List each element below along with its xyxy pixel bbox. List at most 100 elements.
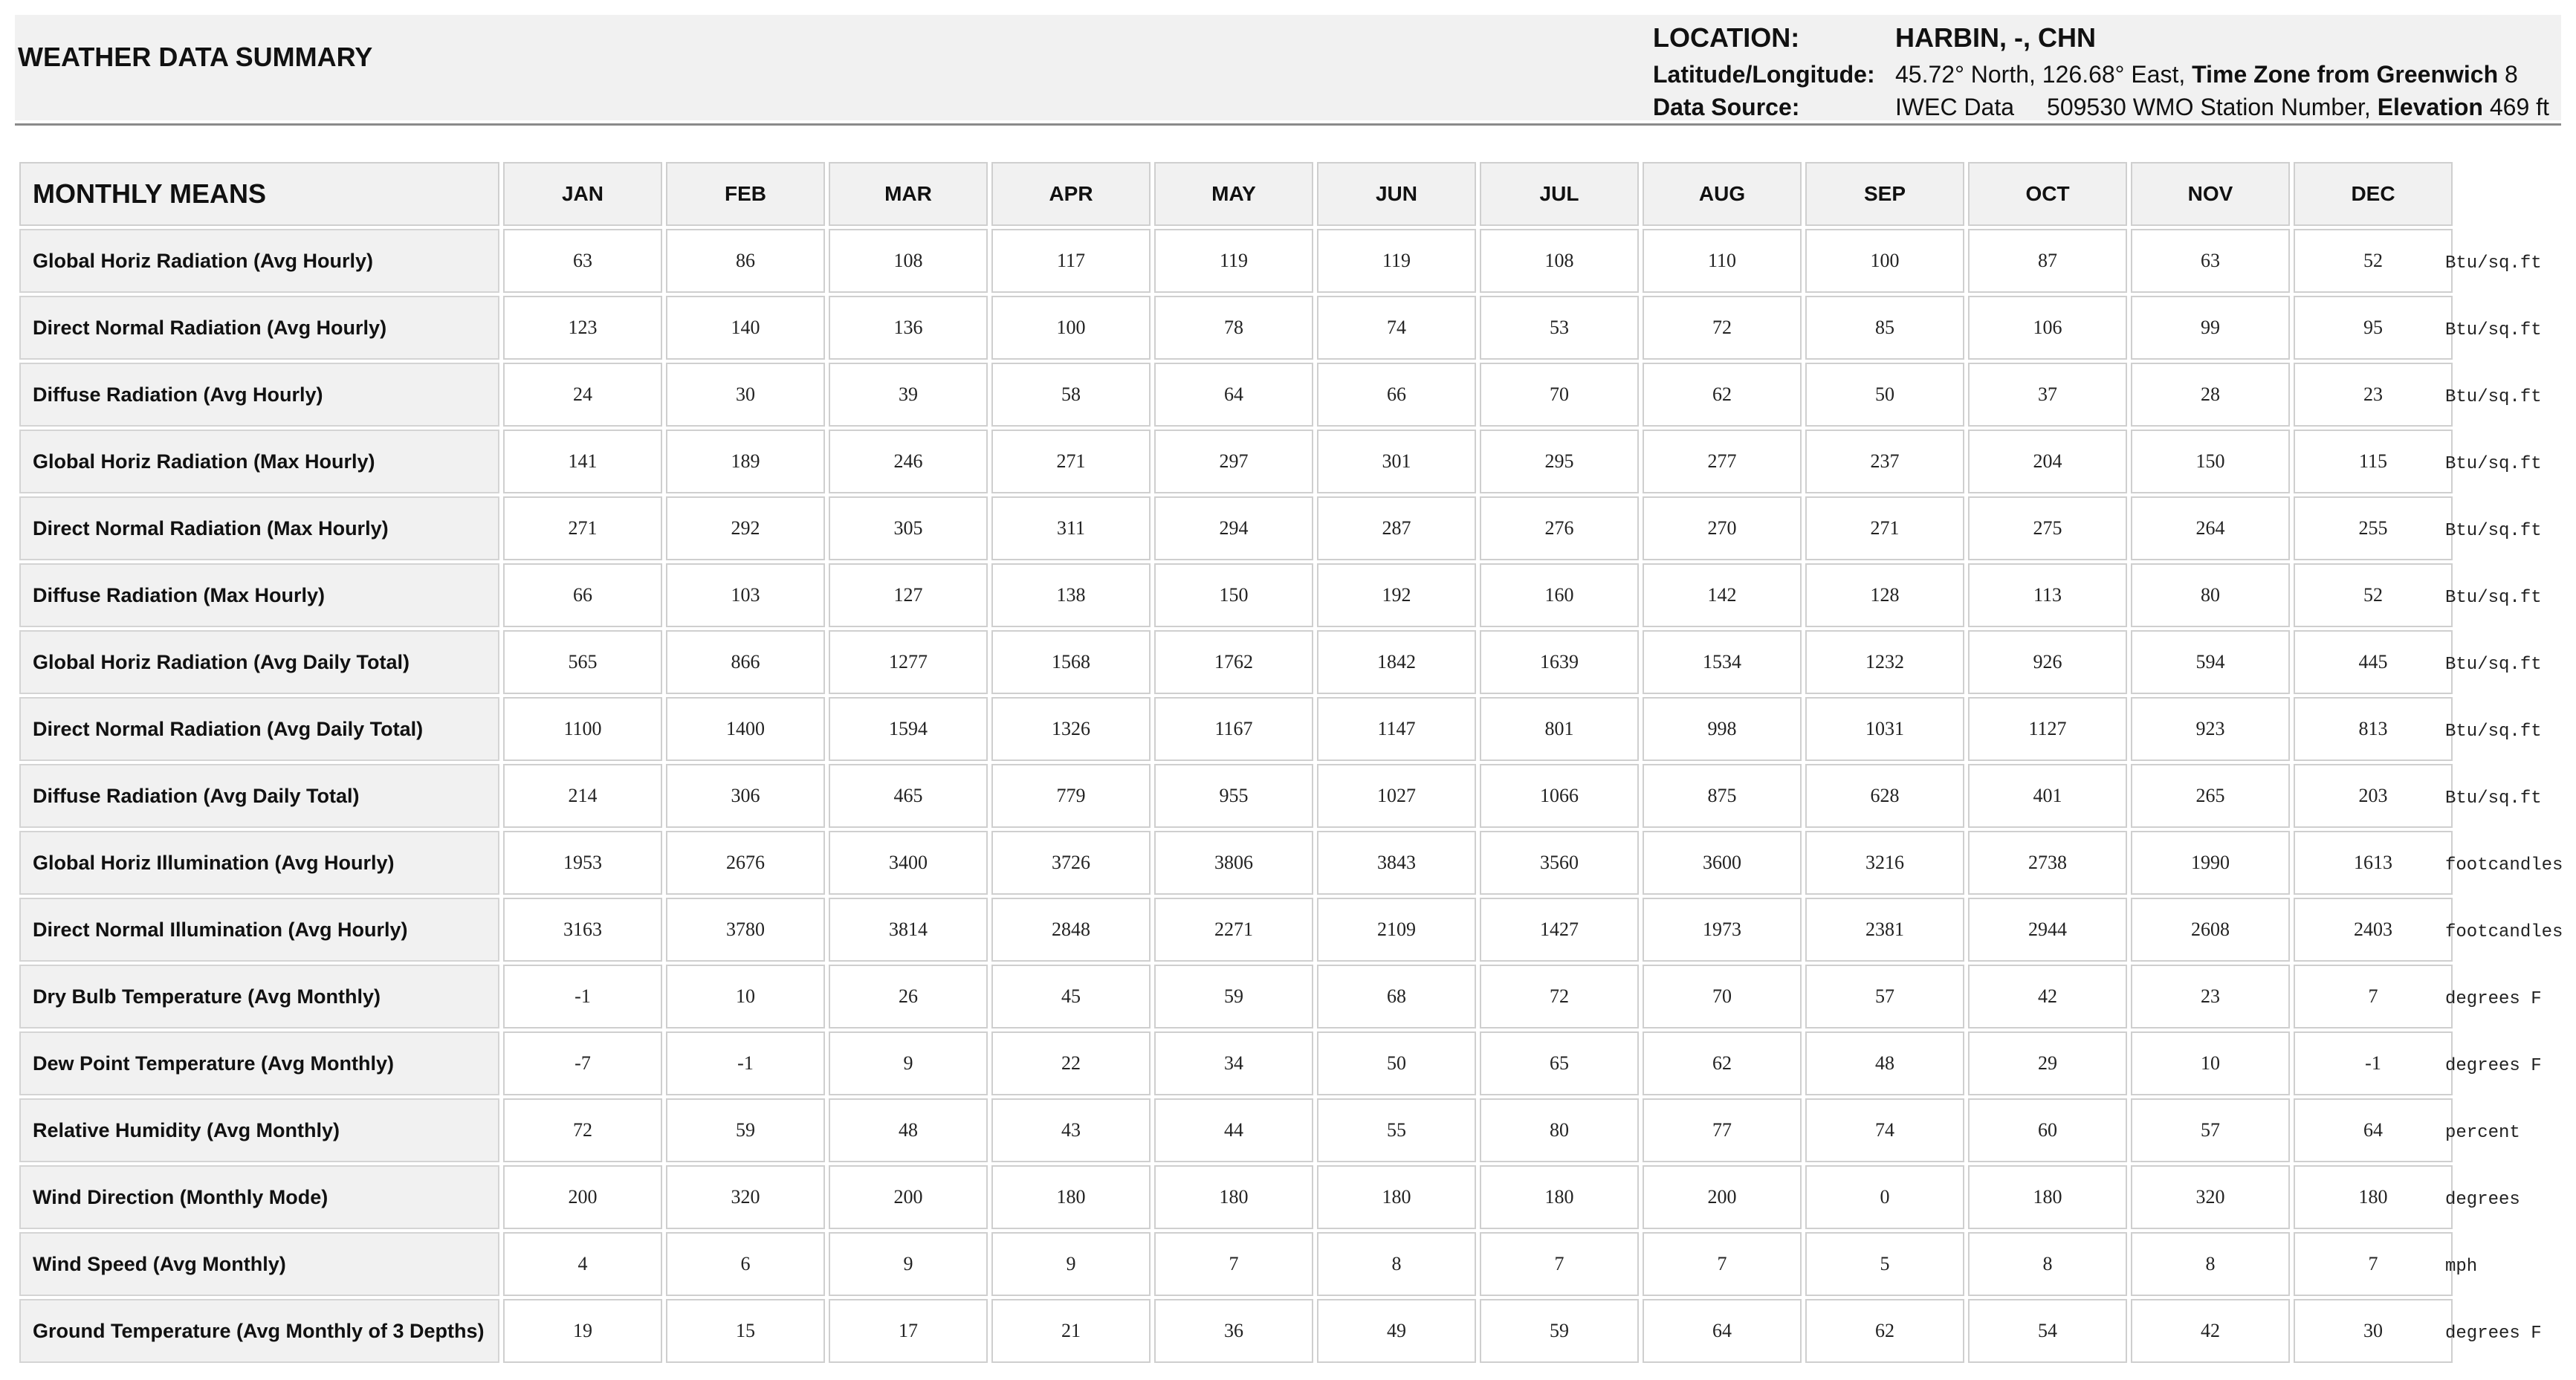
row-unit: Btu/sq.ft	[2445, 788, 2542, 809]
table-cell: 108	[829, 229, 988, 293]
table-cell: 39	[829, 363, 988, 427]
table-cell: 26	[829, 965, 988, 1028]
table-cell: 2271	[1154, 898, 1313, 962]
table-cell: 85	[1805, 296, 1964, 360]
location-value: HARBIN, -, CHN	[1895, 22, 2096, 53]
table-cell: -1	[503, 965, 662, 1028]
row-unit: Btu/sq.ft	[2445, 654, 2542, 675]
table-cell: 10	[666, 965, 825, 1028]
table-cell: 294	[1154, 496, 1313, 560]
table-cell: 1762	[1154, 630, 1313, 694]
table-cell: 203	[2294, 764, 2453, 828]
units-column: Btu/sq.ft Btu/sq.ft Btu/sq.ft Btu/sq.ft Btu/…	[2445, 162, 2576, 1363]
table-cell: 99	[2131, 296, 2290, 360]
table-cell: 66	[503, 563, 662, 627]
row-unit: degrees	[2445, 1189, 2520, 1210]
table-cell: 150	[2131, 430, 2290, 493]
table-cell: 3560	[1480, 831, 1639, 895]
table-cell: 6	[666, 1232, 825, 1296]
table-cell: 52	[2294, 229, 2453, 293]
table-cell: 3163	[503, 898, 662, 962]
table-cell: 204	[1968, 430, 2127, 493]
table-cell: 8	[1968, 1232, 2127, 1296]
row-unit: Btu/sq.ft	[2445, 253, 2542, 273]
table-cell: 7	[1480, 1232, 1639, 1296]
month-header-jun: JUN	[1317, 162, 1476, 226]
table-cell: 214	[503, 764, 662, 828]
table-cell: 2738	[1968, 831, 2127, 895]
table-cell: 320	[666, 1165, 825, 1229]
table-cell: 3600	[1643, 831, 1802, 895]
table-cell: 128	[1805, 563, 1964, 627]
table-cell: 180	[1480, 1165, 1639, 1229]
table-cell: 117	[991, 229, 1151, 293]
table-cell: 62	[1805, 1299, 1964, 1363]
table-cell: 3806	[1154, 831, 1313, 895]
table-cell: 80	[2131, 563, 2290, 627]
row-unit: Btu/sq.ft	[2445, 520, 2542, 541]
month-header-sep: SEP	[1805, 162, 1964, 226]
table-cell: 1127	[1968, 697, 2127, 761]
source-label: Data Source:	[1653, 94, 1800, 120]
table-cell: 305	[829, 496, 988, 560]
month-header-feb: FEB	[666, 162, 825, 226]
table-cell: 34	[1154, 1031, 1313, 1095]
month-header-mar: MAR	[829, 162, 988, 226]
table-cell: 297	[1154, 430, 1313, 493]
table-title: MONTHLY MEANS	[19, 162, 499, 226]
row-unit: degrees F	[2445, 1055, 2542, 1076]
month-header-may: MAY	[1154, 162, 1313, 226]
table-cell: 926	[1968, 630, 2127, 694]
table-cell: 180	[991, 1165, 1151, 1229]
table-cell: 594	[2131, 630, 2290, 694]
table-cell: 923	[2131, 697, 2290, 761]
month-header-oct: OCT	[1968, 162, 2127, 226]
table-cell: 287	[1317, 496, 1476, 560]
table-cell: 119	[1317, 229, 1476, 293]
table-cell: 29	[1968, 1031, 2127, 1095]
station-number: 509530 WMO Station Number,	[2047, 94, 2371, 120]
table-cell: 66	[1317, 363, 1476, 427]
table-cell: 255	[2294, 496, 2453, 560]
table-cell: 180	[1968, 1165, 2127, 1229]
table-cell: 779	[991, 764, 1151, 828]
row-label: Diffuse Radiation (Avg Hourly)	[19, 363, 499, 427]
table-cell: 72	[1480, 965, 1639, 1028]
table-cell: 1277	[829, 630, 988, 694]
table-cell: 955	[1154, 764, 1313, 828]
table-cell: 70	[1480, 363, 1639, 427]
table-cell: 1167	[1154, 697, 1313, 761]
row-unit: degrees F	[2445, 988, 2542, 1009]
table-cell: 60	[1968, 1098, 2127, 1162]
month-header-jan: JAN	[503, 162, 662, 226]
table-cell: 44	[1154, 1098, 1313, 1162]
table-cell: 63	[2131, 229, 2290, 293]
timezone-label: Time Zone from Greenwich	[2192, 61, 2499, 88]
table-cell: 100	[1805, 229, 1964, 293]
table-cell: 17	[829, 1299, 988, 1363]
table-cell: 45	[991, 965, 1151, 1028]
row-unit: Btu/sq.ft	[2445, 721, 2542, 742]
table-cell: 866	[666, 630, 825, 694]
table-cell: 100	[991, 296, 1151, 360]
row-label: Global Horiz Radiation (Max Hourly)	[19, 430, 499, 493]
table-cell: -1	[666, 1031, 825, 1095]
table-cell: 110	[1643, 229, 1802, 293]
month-header-aug: AUG	[1643, 162, 1802, 226]
table-cell: 1100	[503, 697, 662, 761]
table-cell: 271	[991, 430, 1151, 493]
table-cell: 1594	[829, 697, 988, 761]
row-unit: degrees F	[2445, 1323, 2542, 1344]
table-cell: 1027	[1317, 764, 1476, 828]
table-cell: 95	[2294, 296, 2453, 360]
table-cell: 180	[2294, 1165, 2453, 1229]
table-cell: 57	[1805, 965, 1964, 1028]
table-cell: 50	[1317, 1031, 1476, 1095]
row-label: Direct Normal Illumination (Avg Hourly)	[19, 898, 499, 962]
table-cell: 200	[1643, 1165, 1802, 1229]
table-cell: 113	[1968, 563, 2127, 627]
table-cell: 59	[666, 1098, 825, 1162]
table-cell: 62	[1643, 1031, 1802, 1095]
table-cell: 180	[1317, 1165, 1476, 1229]
table-cell: 49	[1317, 1299, 1476, 1363]
